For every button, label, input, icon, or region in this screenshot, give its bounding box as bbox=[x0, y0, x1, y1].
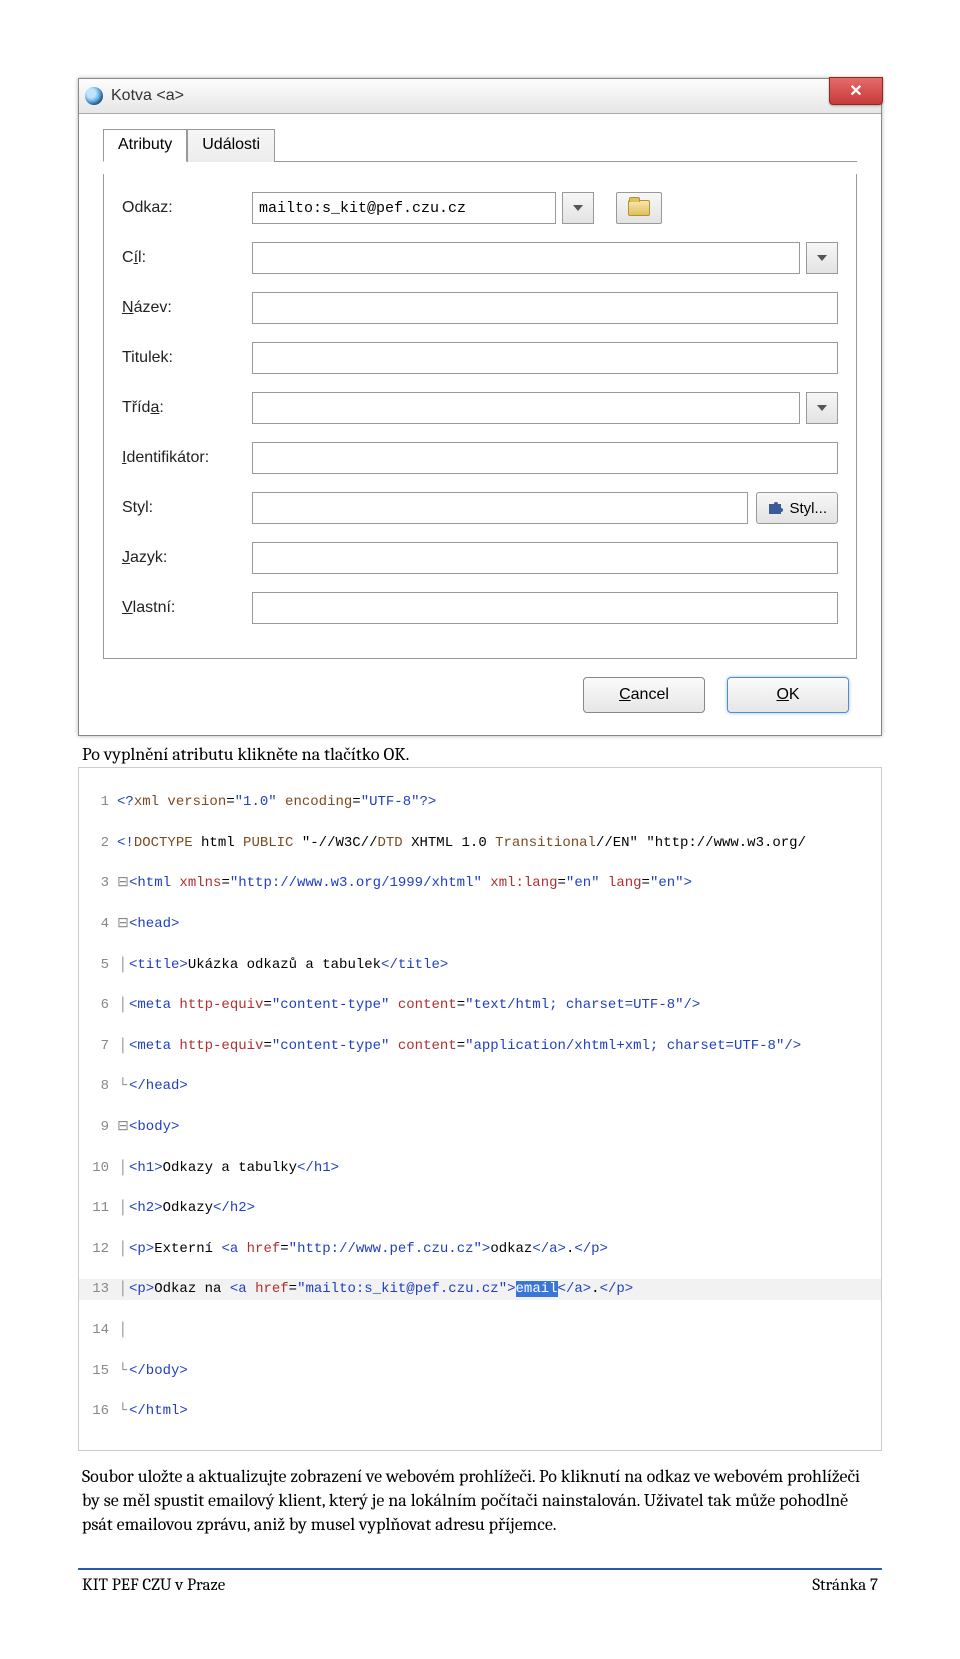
close-icon: ✕ bbox=[849, 81, 862, 101]
styl-button[interactable]: Styl... bbox=[756, 492, 838, 524]
ident-input[interactable] bbox=[252, 442, 838, 474]
cancel-button[interactable]: Cancel bbox=[583, 677, 705, 713]
label-trida: Třída: bbox=[122, 399, 252, 417]
titulek-input[interactable] bbox=[252, 342, 838, 374]
label-ident: Identifikátor: bbox=[122, 449, 252, 467]
caption-1: Po vyplnění atributu klikněte na tlačítk… bbox=[82, 744, 882, 765]
odkaz-dropdown[interactable] bbox=[562, 192, 594, 224]
jazyk-input[interactable] bbox=[252, 542, 838, 574]
label-cil: Cíl: bbox=[122, 249, 252, 267]
ok-button[interactable]: OK bbox=[727, 677, 849, 713]
puzzle-icon bbox=[767, 500, 783, 516]
label-jazyk: Jazyk: bbox=[122, 549, 252, 567]
tab-panel: Odkaz: Cíl: Název: Titulek: Třída: bbox=[103, 174, 857, 659]
tabs: Atributy Události bbox=[103, 128, 857, 162]
label-nazev: Název: bbox=[122, 299, 252, 317]
odkaz-input[interactable] bbox=[252, 192, 556, 224]
label-titulek: Titulek: bbox=[122, 349, 252, 367]
cil-input[interactable] bbox=[252, 242, 800, 274]
anchor-dialog: Kotva <a> ✕ Atributy Události Odkaz: Cíl… bbox=[78, 78, 882, 736]
paragraph-2: Soubor uložte a aktualizujte zobrazení v… bbox=[82, 1465, 878, 1538]
titlebar: Kotva <a> ✕ bbox=[79, 79, 881, 114]
tab-events[interactable]: Události bbox=[187, 129, 275, 162]
cil-dropdown[interactable] bbox=[806, 242, 838, 274]
globe-icon bbox=[85, 87, 103, 105]
label-styl: Styl: bbox=[122, 499, 252, 517]
tab-attributes[interactable]: Atributy bbox=[103, 129, 187, 162]
styl-input[interactable] bbox=[252, 492, 748, 524]
label-vlastni: Vlastní: bbox=[122, 599, 252, 617]
trida-dropdown[interactable] bbox=[806, 392, 838, 424]
browse-button[interactable] bbox=[616, 192, 662, 224]
page-footer: KIT PEF CZU v Praze Stránka 7 bbox=[78, 1576, 882, 1619]
folder-icon bbox=[628, 200, 650, 216]
trida-input[interactable] bbox=[252, 392, 800, 424]
footer-left: KIT PEF CZU v Praze bbox=[82, 1576, 225, 1595]
nazev-input[interactable] bbox=[252, 292, 838, 324]
footer-rule bbox=[78, 1568, 882, 1570]
dialog-title: Kotva <a> bbox=[111, 87, 184, 105]
close-button[interactable]: ✕ bbox=[829, 77, 883, 105]
vlastni-input[interactable] bbox=[252, 592, 838, 624]
code-editor: 1<?xml version="1.0" encoding="UTF-8"?> … bbox=[78, 767, 882, 1451]
footer-right: Stránka 7 bbox=[812, 1576, 878, 1595]
label-odkaz: Odkaz: bbox=[122, 199, 252, 217]
